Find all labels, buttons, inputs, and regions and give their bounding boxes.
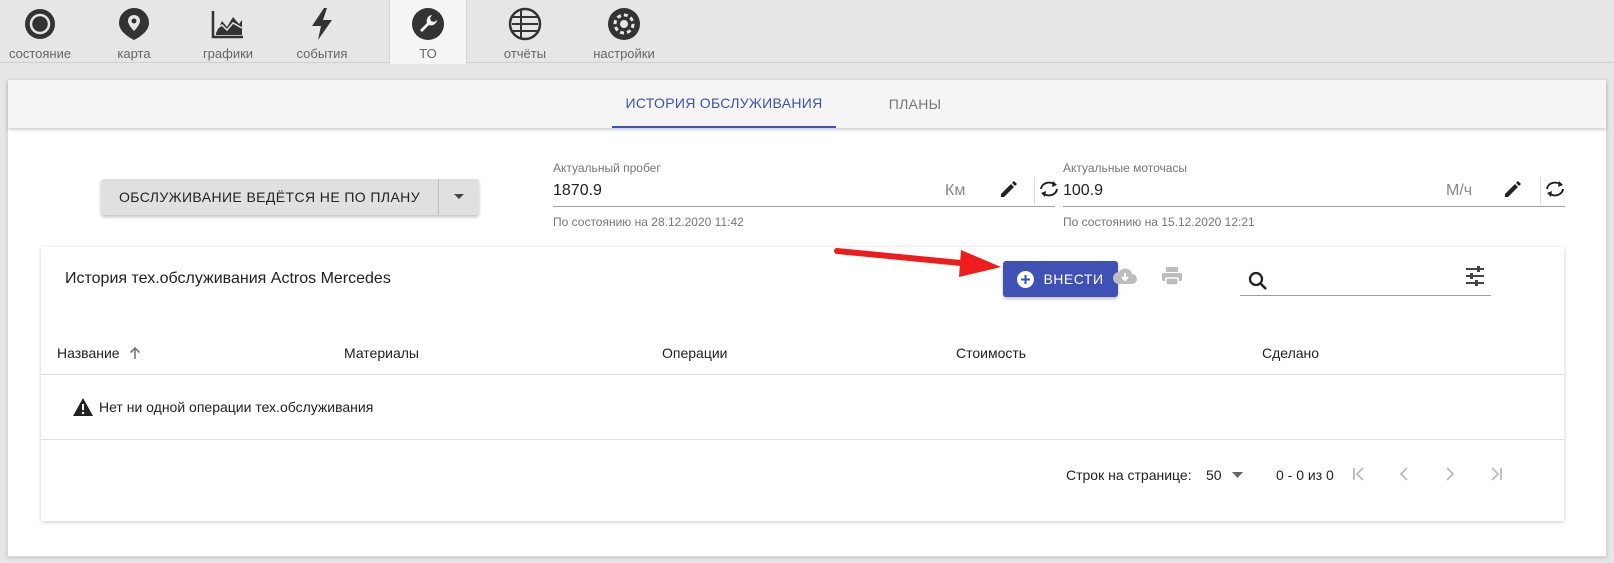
mileage-value[interactable]: 1870.9 <box>553 182 602 200</box>
last-page-icon <box>1489 466 1503 486</box>
nav-item-label: состояние <box>8 46 72 61</box>
mileage-field: Актуальный пробег 1870.9 Км По состоянию… <box>553 161 1063 231</box>
engine-hours-label: Актуальные моточасы <box>1063 161 1188 175</box>
empty-state-text: Нет ни одной операции тех.обслуживания <box>99 399 374 415</box>
engine-hours-value[interactable]: 100.9 <box>1063 182 1103 200</box>
column-header-cost[interactable]: Стоимость <box>956 345 1026 361</box>
sync-icon <box>1038 180 1060 203</box>
column-header-done[interactable]: Сделано <box>1262 345 1319 361</box>
caret-down-icon <box>453 188 465 206</box>
map-pin-icon <box>117 7 151 41</box>
tab-history[interactable]: ИСТОРИЯ ОБСЛУЖИВАНИЯ <box>612 80 836 128</box>
warning-icon <box>72 397 94 417</box>
add-record-label: ВНЕСТИ <box>1043 271 1104 287</box>
plan-button[interactable]: ОБСЛУЖИВАНИЕ ВЕДЁТСЯ НЕ ПО ПЛАНУ <box>101 179 438 215</box>
rows-per-page-label: Строк на странице: <box>1066 467 1192 483</box>
last-page-button[interactable] <box>1484 464 1508 488</box>
rows-per-page-value: 50 <box>1206 467 1222 483</box>
nav-item-label: события <box>296 46 348 61</box>
nav-item-settings[interactable]: настройки <box>586 0 662 63</box>
engine-hours-field: Актуальные моточасы 100.9 М/ч По состоян… <box>1063 161 1573 231</box>
nav-item-map[interactable]: карта <box>98 0 170 63</box>
next-page-button[interactable] <box>1438 464 1462 488</box>
print-button[interactable] <box>1158 264 1186 292</box>
maintenance-panel: ИСТОРИЯ ОБСЛУЖИВАНИЯ ПЛАНЫ ОБСЛУЖИВАНИЕ … <box>7 79 1607 557</box>
edit-mileage-button[interactable] <box>995 177 1023 205</box>
column-settings-button[interactable] <box>1461 264 1489 292</box>
nav-item-label: графики <box>202 46 254 61</box>
circle-icon <box>23 7 57 41</box>
column-header-operations[interactable]: Операции <box>662 345 728 361</box>
search-box <box>1240 269 1491 296</box>
previous-page-button[interactable] <box>1392 464 1416 488</box>
search-input[interactable] <box>1276 271 1486 293</box>
nav-item-status[interactable]: состояние <box>4 0 76 63</box>
nav-item-events[interactable]: события <box>286 0 358 63</box>
chevron-left-icon <box>1399 466 1409 486</box>
plan-split-button: ОБСЛУЖИВАНИЕ ВЕДЁТСЯ НЕ ПО ПЛАНУ <box>101 179 479 215</box>
mileage-underline <box>553 206 1055 207</box>
nav-item-maintenance[interactable]: ТО <box>389 0 467 64</box>
download-button[interactable] <box>1111 264 1139 292</box>
wrench-icon <box>411 7 445 41</box>
maintenance-history-table: История тех.обслуживания Actros Mercedes… <box>41 247 1564 521</box>
empty-state-row: Нет ни одной операции тех.обслуживания <box>72 397 373 417</box>
column-header-name[interactable]: Название <box>57 345 141 363</box>
print-icon <box>1161 266 1183 291</box>
rows-per-page-select[interactable]: 50 <box>1206 467 1243 483</box>
header-divider <box>41 374 1564 375</box>
column-header-materials[interactable]: Материалы <box>344 345 419 361</box>
nav-item-reports[interactable]: отчёты <box>489 0 561 63</box>
engine-hours-helper: По состоянию на 15.12.2020 12:21 <box>1063 215 1255 229</box>
report-icon <box>508 7 542 41</box>
cloud-download-icon <box>1112 266 1138 291</box>
chevron-right-icon <box>1445 466 1455 486</box>
nav-item-label: ТО <box>419 46 437 61</box>
mileage-unit: Км <box>945 182 966 199</box>
chart-icon <box>211 7 245 41</box>
add-record-button[interactable]: ВНЕСТИ <box>1003 261 1118 297</box>
top-navigation: состояние карта графики события ТО отчёт… <box>0 0 1614 64</box>
mileage-label: Актуальный пробег <box>553 161 661 175</box>
tune-icon <box>1464 265 1486 291</box>
nav-item-label: отчёты <box>503 46 547 61</box>
column-header-label: Название <box>57 345 120 361</box>
first-page-icon <box>1352 466 1366 486</box>
plan-dropdown-button[interactable] <box>438 179 479 215</box>
mileage-helper: По состоянию на 28.12.2020 11:42 <box>553 215 744 229</box>
pencil-icon <box>1503 179 1523 204</box>
refresh-mileage-button[interactable] <box>1034 177 1062 205</box>
sync-icon <box>1544 180 1566 203</box>
nav-item-label: карта <box>117 46 151 61</box>
table-title: История тех.обслуживания Actros Mercedes <box>65 270 391 287</box>
first-page-button[interactable] <box>1347 464 1371 488</box>
edit-engine-hours-button[interactable] <box>1499 177 1527 205</box>
nav-item-label: настройки <box>593 46 655 61</box>
subtabs-bar: ИСТОРИЯ ОБСЛУЖИВАНИЯ ПЛАНЫ <box>8 80 1606 128</box>
nav-item-charts[interactable]: графики <box>192 0 264 63</box>
engine-hours-unit: М/ч <box>1446 182 1473 199</box>
tab-plans[interactable]: ПЛАНЫ <box>865 80 965 128</box>
lightning-icon <box>305 7 339 41</box>
caret-down-icon <box>1231 472 1243 478</box>
annotation-arrow <box>833 237 1003 282</box>
gear-icon <box>607 7 641 41</box>
search-icon <box>1248 271 1268 296</box>
pencil-icon <box>999 179 1019 204</box>
footer-divider <box>41 439 1564 440</box>
refresh-engine-hours-button[interactable] <box>1540 177 1568 205</box>
engine-hours-underline <box>1063 206 1565 207</box>
pagination-range: 0 - 0 из 0 <box>1276 467 1334 483</box>
arrow-up-icon <box>129 346 141 363</box>
add-circle-icon <box>1017 270 1035 288</box>
